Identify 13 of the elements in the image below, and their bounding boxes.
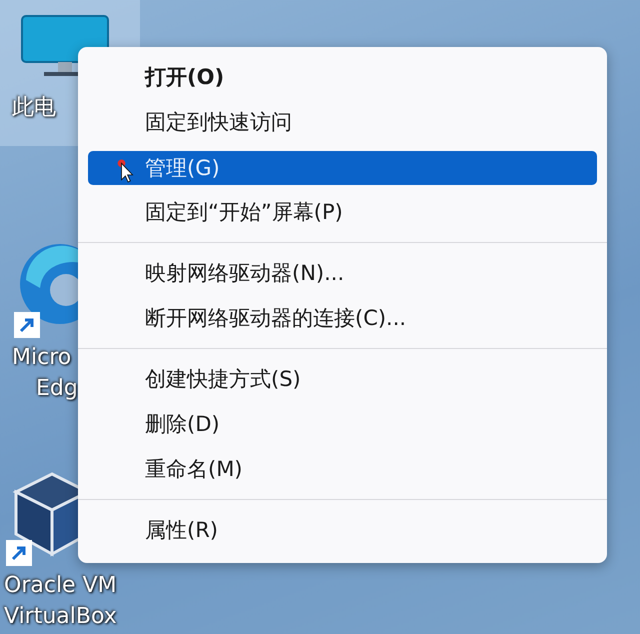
menu-item[interactable]: 映射网络驱动器(N)... — [88, 251, 597, 296]
menu-item[interactable]: 固定到“开始”屏幕(P) — [88, 190, 597, 235]
menu-item[interactable]: 创建快捷方式(S) — [88, 357, 597, 402]
icon-label: Micro — [11, 344, 72, 372]
menu-item[interactable]: 管理(G) — [88, 151, 597, 185]
icon-label: Edg — [35, 375, 78, 403]
menu-item[interactable]: 属性(R) — [88, 508, 597, 553]
icon-label: 此电 — [11, 94, 56, 122]
icon-label: VirtualBox — [3, 603, 117, 631]
menu-item[interactable]: 断开网络驱动器的连接(C)... — [88, 296, 597, 341]
menu-item[interactable]: 删除(D) — [88, 402, 597, 447]
icon-label: Oracle VM — [3, 572, 117, 600]
menu-item[interactable]: 重命名(M) — [88, 447, 597, 492]
